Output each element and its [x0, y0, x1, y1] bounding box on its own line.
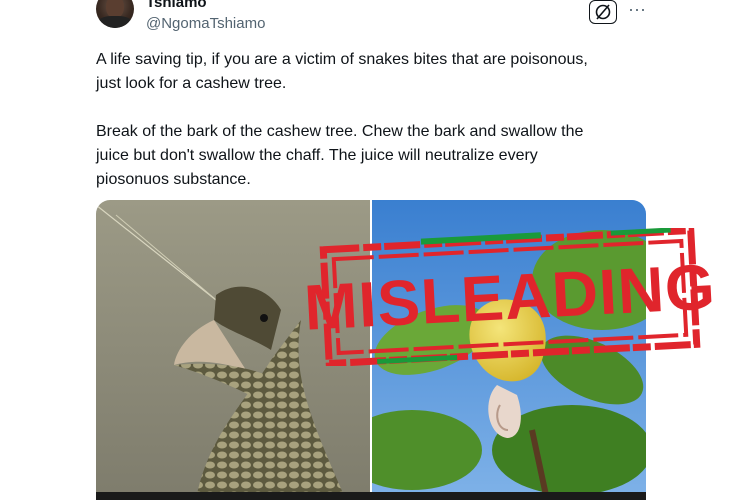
misleading-stamp: MISLEADING [303, 226, 717, 368]
author-display-name[interactable]: Tshiamo [146, 0, 207, 11]
tweet-text: A life saving tip, if you are a victim o… [96, 48, 656, 216]
more-options-button[interactable]: ··· [628, 0, 646, 20]
avatar-shirt [98, 16, 132, 28]
media-bottom-bar [96, 492, 646, 500]
tweet-paragraph-1: A life saving tip, if you are a victim o… [96, 51, 588, 92]
stamp-label: MISLEADING [302, 250, 718, 344]
avatar[interactable] [96, 0, 134, 28]
author-handle[interactable]: @NgomaTshiamo [146, 15, 265, 32]
tweet-paragraph-2: Break of the bark of the cashew tree. Ch… [96, 123, 584, 188]
grok-icon [595, 4, 611, 20]
grok-button[interactable] [589, 0, 617, 24]
